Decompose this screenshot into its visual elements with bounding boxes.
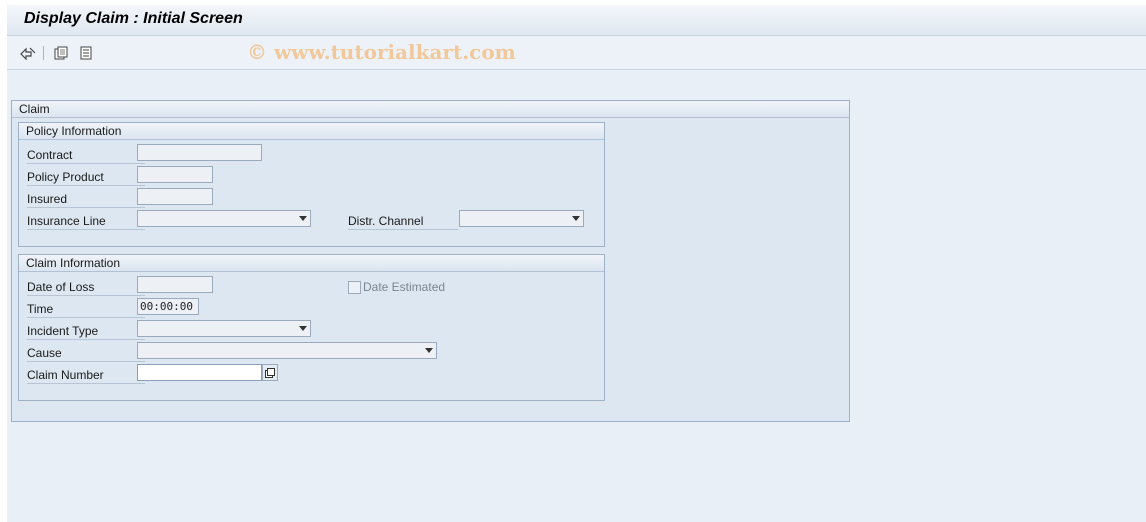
chevron-down-icon[interactable] [572, 216, 580, 221]
policy-information-group: Policy Information Contract Policy Produ… [18, 122, 605, 247]
time-label: Time [27, 301, 145, 318]
other-object-icon[interactable] [20, 45, 36, 61]
application-toolbar: © www.tutorialkart.com [7, 36, 1146, 70]
contract-label: Contract [27, 147, 145, 164]
cause-label: Cause [27, 345, 145, 362]
chevron-down-icon[interactable] [299, 326, 307, 331]
claim-information-title: Claim Information [19, 255, 604, 272]
insured-label: Insured [27, 191, 145, 208]
cause-dropdown[interactable] [137, 342, 437, 359]
date-estimated-label: Date Estimated [363, 280, 446, 294]
title-bar: Display Claim : Initial Screen [7, 5, 1146, 36]
chevron-down-icon[interactable] [425, 348, 433, 353]
date-estimated-checkbox[interactable] [348, 281, 361, 294]
value-help-button[interactable] [262, 364, 278, 381]
sap-window: Display Claim : Initial Screen © www.tut… [7, 5, 1146, 522]
insured-field[interactable] [137, 188, 213, 205]
page-title: Display Claim : Initial Screen [24, 10, 243, 27]
policy-information-title: Policy Information [19, 123, 604, 140]
claim-number-field[interactable] [137, 364, 262, 381]
time-field[interactable]: 00:00:00 [137, 298, 199, 315]
policy-product-label: Policy Product [27, 169, 145, 186]
claim-group: Claim Policy Information Contract Policy… [11, 100, 850, 422]
list-icon[interactable] [78, 45, 94, 61]
incident-type-label: Incident Type [27, 323, 145, 340]
date-of-loss-label: Date of Loss [27, 279, 145, 296]
insurance-line-dropdown[interactable] [137, 210, 311, 227]
policy-product-field[interactable] [137, 166, 213, 183]
distr-channel-dropdown[interactable] [459, 210, 584, 227]
toolbar-separator [43, 46, 44, 60]
copy-icon [265, 367, 275, 378]
incident-type-dropdown[interactable] [137, 320, 311, 337]
insurance-line-label: Insurance Line [27, 213, 145, 230]
contract-field[interactable] [137, 144, 262, 161]
date-of-loss-field[interactable] [137, 276, 213, 293]
distr-channel-label: Distr. Channel [348, 213, 458, 230]
claim-number-label: Claim Number [27, 367, 145, 384]
document-icon[interactable] [53, 45, 69, 61]
watermark: © www.tutorialkart.com [247, 40, 516, 64]
claim-information-group: Claim Information Date of Loss Date Esti… [18, 254, 605, 401]
chevron-down-icon[interactable] [299, 216, 307, 221]
claim-group-title: Claim [12, 101, 849, 118]
